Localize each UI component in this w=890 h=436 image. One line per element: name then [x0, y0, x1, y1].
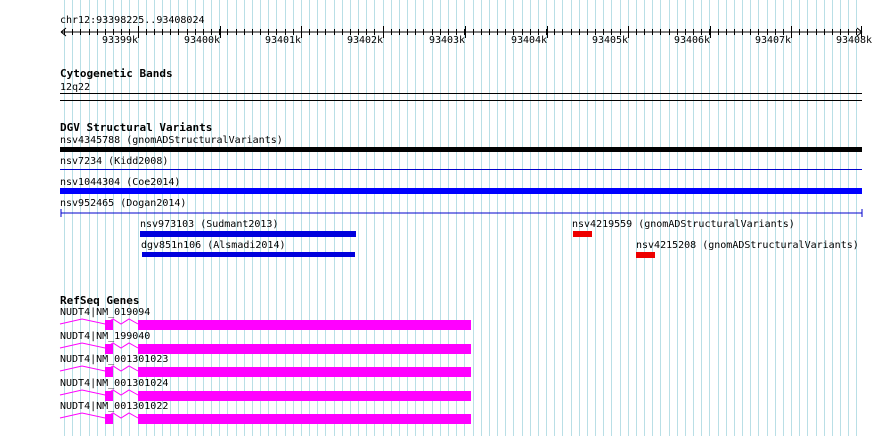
- dgv-feature-bar[interactable]: [58, 208, 866, 218]
- dgv-feature-label[interactable]: dgv851n106 (Alsmadi2014): [141, 240, 286, 251]
- refseq-transcript-label[interactable]: NUDT4|NM_001301022: [60, 401, 168, 412]
- ruler-tick-label: 93408k: [835, 35, 873, 46]
- dgv-feature-label[interactable]: nsv4345788 (gnomADStructuralVariants): [60, 135, 283, 146]
- cytoband-label: 12q22: [60, 82, 91, 93]
- ruler-tick-label: 93403k: [428, 35, 466, 46]
- refseq-transcript-label[interactable]: NUDT4|NM_001301023: [60, 354, 168, 365]
- ruler-tick-label: 93404k: [510, 35, 548, 46]
- dgv-feature-bar[interactable]: [636, 252, 655, 258]
- track-title-refseq: RefSeq Genes: [60, 294, 140, 307]
- dgv-feature-bar[interactable]: [60, 169, 862, 170]
- dgv-feature-bar[interactable]: [140, 231, 356, 237]
- track-title-dgv: DGV Structural Variants: [60, 121, 213, 134]
- dgv-feature-bar[interactable]: [142, 252, 355, 257]
- ruler-tick-label: 93407k: [754, 35, 792, 46]
- track-title-cytobands: Cytogenetic Bands: [60, 67, 173, 80]
- dgv-feature-label[interactable]: nsv4215208 (gnomADStructuralVariants): [636, 240, 859, 251]
- ruler-tick-label: 93405k: [591, 35, 629, 46]
- cytoband-band-top: [60, 93, 862, 94]
- dgv-feature-label[interactable]: nsv973103 (Sudmant2013): [140, 219, 278, 230]
- dgv-feature-bar[interactable]: [573, 231, 592, 237]
- cytoband-band-bottom: [60, 100, 862, 101]
- ruler-tick-label: 93399k: [101, 35, 139, 46]
- refseq-transcript-label[interactable]: NUDT4|NM_199040: [60, 331, 150, 342]
- dgv-feature-label[interactable]: nsv4219559 (gnomADStructuralVariants): [572, 219, 795, 230]
- dgv-feature-bar[interactable]: [60, 188, 862, 194]
- ruler-tick-label: 93401k: [264, 35, 302, 46]
- refseq-transcript-label[interactable]: NUDT4|NM_019094: [60, 307, 150, 318]
- dgv-feature-bar[interactable]: [60, 147, 862, 152]
- dgv-feature-label[interactable]: nsv1044304 (Coe2014): [60, 177, 180, 188]
- dgv-feature-label[interactable]: nsv7234 (Kidd2008): [60, 156, 168, 167]
- ruler-tick-label: 93400k: [183, 35, 221, 46]
- ruler-tick-label: 93402k: [346, 35, 384, 46]
- refseq-transcript-label[interactable]: NUDT4|NM_001301024: [60, 378, 168, 389]
- ruler-tick-label: 93406k: [673, 35, 711, 46]
- refseq-transcript-model[interactable]: [58, 412, 478, 426]
